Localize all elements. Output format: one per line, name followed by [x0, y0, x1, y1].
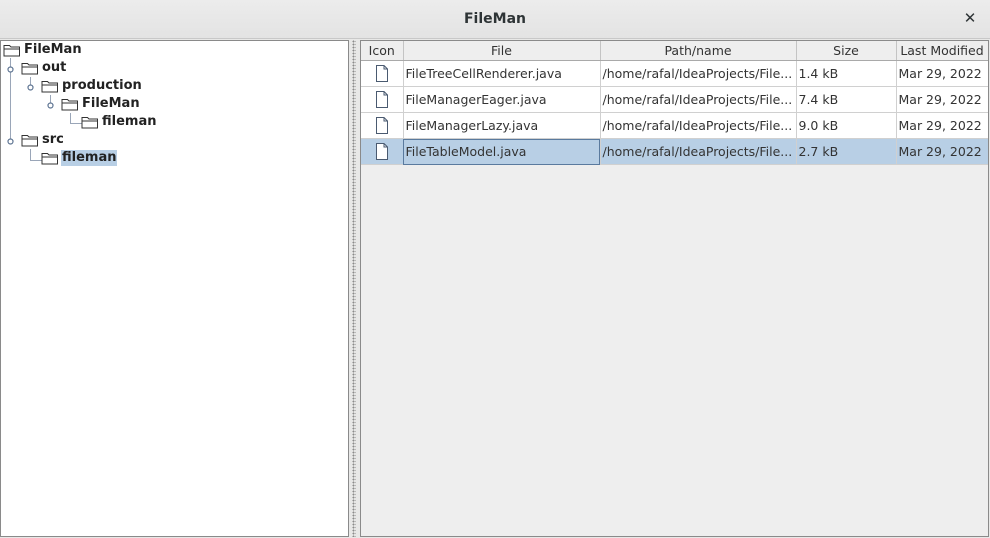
tree-line [30, 149, 31, 160]
expand-knob-icon[interactable] [27, 84, 34, 91]
close-icon[interactable]: ✕ [962, 10, 978, 26]
split-pane-divider[interactable] [350, 40, 359, 537]
tree-node-src[interactable]: src [21, 131, 65, 149]
modified-cell: Mar 29, 2022 [896, 60, 988, 87]
path-cell: /home/rafal/IdeaProjects/File... [600, 86, 797, 113]
column-header-file[interactable]: File [403, 41, 601, 61]
table-row[interactable]: FileManagerEager.java /home/rafal/IdeaPr… [361, 86, 988, 113]
file-icon [375, 91, 388, 108]
size-cell: 7.4 kB [796, 86, 897, 113]
path-cell: /home/rafal/IdeaProjects/File... [600, 60, 797, 87]
file-name-cell: FileTableModel.java [403, 138, 601, 165]
path-cell: /home/rafal/IdeaProjects/File... [600, 138, 797, 165]
folder-icon [81, 117, 98, 129]
tree-node-fileman-out[interactable]: fileman [81, 113, 157, 131]
column-header-path[interactable]: Path/name [600, 41, 797, 61]
file-icon [375, 143, 388, 160]
file-name-cell: FileManagerLazy.java [403, 112, 601, 139]
file-table: Icon File Path/name Size Last Modified F… [361, 41, 988, 165]
expand-knob-icon[interactable] [47, 102, 54, 109]
tree-node-fileman-root[interactable]: FileMan [3, 41, 83, 59]
size-cell: 2.7 kB [796, 138, 897, 165]
column-header-size[interactable]: Size [796, 41, 897, 61]
table-row[interactable]: FileManagerLazy.java /home/rafal/IdeaPro… [361, 112, 988, 139]
folder-icon [61, 99, 78, 111]
tree-node-production[interactable]: production [41, 77, 143, 95]
file-name-cell: FileManagerEager.java [403, 86, 601, 113]
tree-node-label: fileman [61, 150, 118, 166]
modified-cell: Mar 29, 2022 [896, 138, 988, 165]
size-cell: 1.4 kB [796, 60, 897, 87]
path-cell: /home/rafal/IdeaProjects/File... [600, 112, 797, 139]
tree-node-out[interactable]: out [21, 59, 67, 77]
expand-knob-icon[interactable] [7, 66, 14, 73]
tree-node-label: out [42, 60, 67, 75]
size-cell: 9.0 kB [796, 112, 897, 139]
file-table-panel: Icon File Path/name Size Last Modified F… [360, 40, 989, 537]
tree-node-label: fileman [102, 114, 157, 129]
tree-line [70, 113, 71, 123]
file-icon [375, 65, 388, 82]
tree-node-label: src [42, 132, 64, 147]
divider-grip [352, 40, 356, 537]
directory-tree[interactable]: FileMan out production FileMan fileman s… [0, 40, 349, 537]
window-titlebar[interactable]: FileMan ✕ [0, 0, 990, 39]
modified-cell: Mar 29, 2022 [896, 112, 988, 139]
icon-cell [361, 86, 404, 113]
folder-icon [21, 135, 38, 147]
folder-icon [21, 63, 38, 75]
file-icon [375, 117, 388, 134]
column-header-icon[interactable]: Icon [361, 41, 404, 61]
expand-knob-icon[interactable] [7, 138, 14, 145]
tree-node-fileman-src[interactable]: fileman [41, 149, 118, 167]
folder-icon [41, 81, 58, 93]
window-title: FileMan [463, 11, 526, 27]
modified-cell: Mar 29, 2022 [896, 86, 988, 113]
folder-icon [3, 45, 20, 57]
tree-node-fileman-project[interactable]: FileMan [61, 95, 141, 113]
icon-cell [361, 60, 404, 87]
file-name-cell: FileTreeCellRenderer.java [403, 60, 601, 87]
folder-icon [41, 153, 58, 165]
table-row[interactable]: FileTreeCellRenderer.java /home/rafal/Id… [361, 60, 988, 87]
table-row-selected[interactable]: FileTableModel.java /home/rafal/IdeaProj… [361, 138, 988, 165]
icon-cell [361, 138, 404, 165]
tree-node-label: production [62, 78, 142, 93]
tree-node-label: FileMan [82, 96, 140, 111]
icon-cell [361, 112, 404, 139]
tree-node-label: FileMan [24, 42, 82, 57]
column-header-modified[interactable]: Last Modified [896, 41, 988, 61]
